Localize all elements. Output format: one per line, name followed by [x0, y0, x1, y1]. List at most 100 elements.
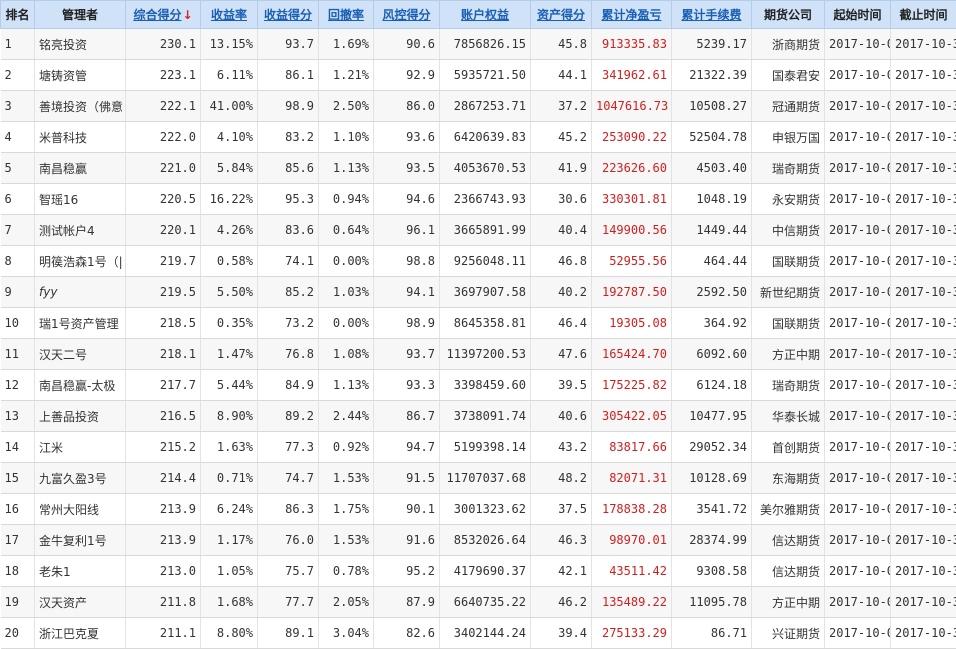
table-row: 14江米215.21.63%77.30.92%94.75199398.1443.… [1, 432, 956, 463]
cell-return-score: 76.0 [258, 525, 319, 556]
sort-cum-fee[interactable]: 累计手续费 [672, 1, 752, 29]
cell-rank: 1 [1, 29, 35, 60]
cell-cum-pnl: 253090.22 [592, 122, 672, 153]
cell-drawdown-rate: 0.78% [319, 556, 374, 587]
cell-equity: 8532026.64 [440, 525, 531, 556]
cell-equity: 4053670.53 [440, 153, 531, 184]
cell-return-score: 74.1 [258, 246, 319, 277]
sort-composite-score[interactable]: 综合得分↓ [126, 1, 201, 29]
cell-risk-score: 93.5 [374, 153, 440, 184]
cell-end-date: 2017-10-30 [891, 122, 956, 153]
cell-start-date: 2017-10-09 [825, 370, 891, 401]
cell-end-date: 2017-10-30 [891, 153, 956, 184]
cell-start-date: 2017-10-09 [825, 525, 891, 556]
cell-return-rate: 0.35% [201, 308, 258, 339]
cell-return-score: 93.7 [258, 29, 319, 60]
cell-start-date: 2017-10-09 [825, 184, 891, 215]
cell-manager: 测试帐户4 [35, 215, 126, 246]
cell-start-date: 2017-10-09 [825, 246, 891, 277]
cell-end-date: 2017-10-30 [891, 29, 956, 60]
sort-desc-arrow-icon: ↓ [182, 8, 192, 22]
cell-end-date: 2017-10-30 [891, 339, 956, 370]
cell-start-date: 2017-10-09 [825, 494, 891, 525]
cell-risk-score: 91.6 [374, 525, 440, 556]
cell-asset-score: 43.2 [531, 432, 592, 463]
sort-risk-score[interactable]: 风控得分 [374, 1, 440, 29]
cell-equity: 2366743.93 [440, 184, 531, 215]
cell-asset-score: 46.3 [531, 525, 592, 556]
cell-return-score: 95.3 [258, 184, 319, 215]
cell-risk-score: 95.2 [374, 556, 440, 587]
cell-start-date: 2017-10-09 [825, 401, 891, 432]
cell-rank: 12 [1, 370, 35, 401]
cell-risk-score: 93.7 [374, 339, 440, 370]
cell-cum-pnl: 52955.56 [592, 246, 672, 277]
col-header-end-date: 截止时间 [891, 1, 956, 29]
cell-start-date: 2017-10-09 [825, 153, 891, 184]
cell-drawdown-rate: 2.05% [319, 587, 374, 618]
cell-risk-score: 91.5 [374, 463, 440, 494]
cell-manager: 上善品投资 [35, 401, 126, 432]
cell-cum-fee: 6092.60 [672, 339, 752, 370]
table-row: 18老朱1213.01.05%75.70.78%95.24179690.3742… [1, 556, 956, 587]
cell-start-date: 2017-10-09 [825, 60, 891, 91]
cell-asset-score: 46.8 [531, 246, 592, 277]
cell-return-rate: 16.22% [201, 184, 258, 215]
table-row: 4米普科技222.04.10%83.21.10%93.66420639.8345… [1, 122, 956, 153]
cell-cum-pnl: 330301.81 [592, 184, 672, 215]
cell-equity: 5199398.14 [440, 432, 531, 463]
sort-equity[interactable]: 账户权益 [440, 1, 531, 29]
sort-drawdown-rate[interactable]: 回撤率 [319, 1, 374, 29]
table-row: 7测试帐户4220.14.26%83.60.64%96.13665891.994… [1, 215, 956, 246]
cell-rank: 9 [1, 277, 35, 308]
cell-broker: 浙商期货 [752, 29, 825, 60]
cell-manager: 米普科技 [35, 122, 126, 153]
cell-rank: 16 [1, 494, 35, 525]
cell-asset-score: 46.2 [531, 587, 592, 618]
cell-broker: 方正中期 [752, 587, 825, 618]
cell-rank: 8 [1, 246, 35, 277]
cell-end-date: 2017-10-30 [891, 246, 956, 277]
cell-composite-score: 222.1 [126, 91, 201, 122]
cell-manager: 铭亮投资 [35, 29, 126, 60]
cell-rank: 5 [1, 153, 35, 184]
cell-return-score: 75.7 [258, 556, 319, 587]
sort-asset-score[interactable]: 资产得分 [531, 1, 592, 29]
col-header-broker: 期货公司 [752, 1, 825, 29]
cell-return-rate: 4.10% [201, 122, 258, 153]
cell-return-rate: 1.68% [201, 587, 258, 618]
cell-end-date: 2017-10-30 [891, 401, 956, 432]
cell-cum-fee: 464.44 [672, 246, 752, 277]
cell-broker: 瑞奇期货 [752, 153, 825, 184]
cell-risk-score: 90.1 [374, 494, 440, 525]
cell-asset-score: 37.2 [531, 91, 592, 122]
cell-return-rate: 1.17% [201, 525, 258, 556]
cell-cum-pnl: 82071.31 [592, 463, 672, 494]
cell-equity: 11397200.53 [440, 339, 531, 370]
cell-broker: 国泰君安 [752, 60, 825, 91]
cell-asset-score: 42.1 [531, 556, 592, 587]
cell-return-rate: 5.84% [201, 153, 258, 184]
cell-cum-fee: 10128.69 [672, 463, 752, 494]
cell-return-rate: 6.11% [201, 60, 258, 91]
sort-cum-pnl[interactable]: 累计净盈亏 [592, 1, 672, 29]
col-header-manager: 管理者 [35, 1, 126, 29]
cell-return-score: 89.2 [258, 401, 319, 432]
cell-drawdown-rate: 0.00% [319, 246, 374, 277]
cell-return-score: 83.2 [258, 122, 319, 153]
table-row: 19汉天资产211.81.68%77.72.05%87.96640735.224… [1, 587, 956, 618]
sort-return-score[interactable]: 收益得分 [258, 1, 319, 29]
cell-equity: 7856826.15 [440, 29, 531, 60]
sort-return-rate[interactable]: 收益率 [201, 1, 258, 29]
cell-cum-fee: 10508.27 [672, 91, 752, 122]
cell-composite-score: 213.9 [126, 525, 201, 556]
cell-manager: 常州大阳线 [35, 494, 126, 525]
cell-return-rate: 4.26% [201, 215, 258, 246]
cell-manager: 汉天资产 [35, 587, 126, 618]
cell-drawdown-rate: 1.13% [319, 153, 374, 184]
cell-cum-fee: 364.92 [672, 308, 752, 339]
cell-equity: 6420639.83 [440, 122, 531, 153]
cell-risk-score: 93.3 [374, 370, 440, 401]
cell-broker: 华泰长城 [752, 401, 825, 432]
cell-start-date: 2017-10-09 [825, 29, 891, 60]
